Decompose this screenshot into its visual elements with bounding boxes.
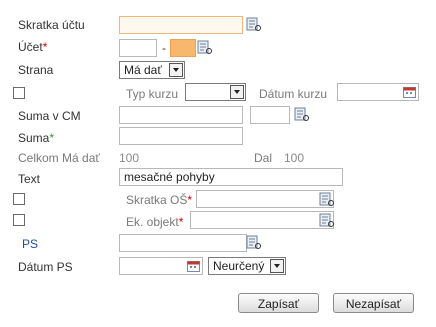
typ-kurzu-label: Typ kurzu: [126, 87, 179, 101]
celkom-ma-dat-value: 100: [119, 151, 140, 165]
ek-objekt-input[interactable]: [190, 211, 334, 229]
ps-input[interactable]: [119, 234, 247, 252]
suma-v-cm-input[interactable]: [119, 106, 243, 124]
chevron-down-icon: [230, 85, 244, 99]
lookup-icon[interactable]: [319, 212, 335, 228]
datum-ps-select[interactable]: Neurčený: [208, 257, 286, 275]
zapisat-button[interactable]: Zapísať: [238, 293, 319, 313]
strana-label: Strana: [18, 63, 54, 77]
skratka-os-input[interactable]: [196, 190, 334, 208]
kurz-checkbox[interactable]: [13, 87, 25, 99]
ucet-prefix-input[interactable]: [119, 39, 157, 57]
skratka-uctu-label: Skratka účtu: [18, 18, 85, 32]
calendar-icon[interactable]: [403, 86, 417, 99]
lookup-icon[interactable]: [246, 234, 262, 250]
chevron-down-icon: [270, 259, 284, 273]
lookup-icon[interactable]: [246, 16, 262, 32]
ek-objekt-label: Ek. objekt*: [126, 215, 184, 229]
ucet-label: Účet*: [18, 40, 48, 54]
lookup-icon[interactable]: [319, 191, 335, 207]
datum-kurzu-label: Dátum kurzu: [259, 87, 328, 101]
celkom-ma-dat-label: Celkom Má dať: [18, 151, 100, 165]
skratka-os-label: Skratka OŠ*: [126, 193, 193, 207]
suma-v-cm-label: Suma v CM: [18, 109, 81, 123]
text-input[interactable]: mesačné pohyby: [119, 168, 343, 186]
lookup-icon[interactable]: [294, 106, 310, 122]
ek-objekt-checkbox[interactable]: [13, 214, 25, 226]
nezapisat-button[interactable]: Nezapísať: [333, 293, 414, 313]
mena-input[interactable]: [250, 106, 290, 124]
skratka-uctu-input[interactable]: [119, 16, 243, 34]
suma-label: Suma*: [18, 131, 55, 145]
strana-select[interactable]: Má dať: [119, 61, 185, 79]
chevron-down-icon: [169, 63, 183, 77]
calendar-icon[interactable]: [187, 260, 201, 273]
text-label: Text: [18, 172, 41, 186]
dal-value: 100: [284, 151, 305, 165]
skratka-os-checkbox[interactable]: [13, 193, 25, 205]
typ-kurzu-select[interactable]: [185, 83, 246, 101]
datum-ps-select-value: Neurčený: [213, 259, 265, 273]
ucet-separator: -: [162, 41, 166, 55]
lookup-icon[interactable]: [197, 39, 213, 55]
ucet-number-input[interactable]: [170, 39, 196, 57]
ps-label[interactable]: PS: [22, 237, 38, 251]
suma-input[interactable]: [119, 127, 243, 145]
strana-select-value: Má dať: [124, 63, 162, 77]
dal-label: Dal: [254, 151, 273, 165]
datum-ps-label: Dátum PS: [18, 260, 73, 274]
